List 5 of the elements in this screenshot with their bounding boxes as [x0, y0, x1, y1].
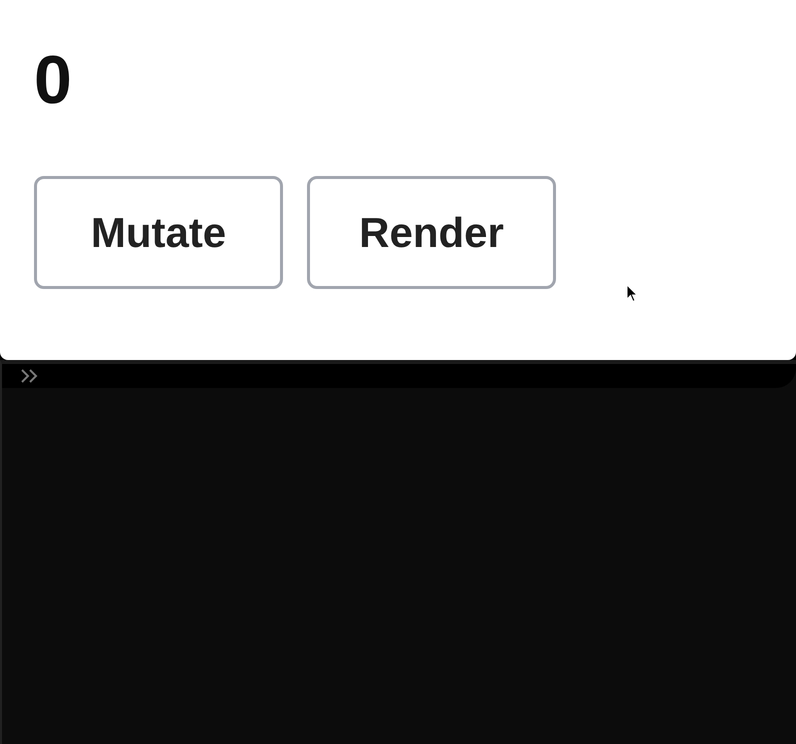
- chevrons-icon[interactable]: [20, 368, 40, 384]
- mouse-pointer-icon: [626, 284, 638, 303]
- counter-value: 0: [34, 41, 73, 120]
- action-button[interactable]: Mutate: [34, 176, 283, 289]
- action-button[interactable]: Render: [307, 176, 556, 289]
